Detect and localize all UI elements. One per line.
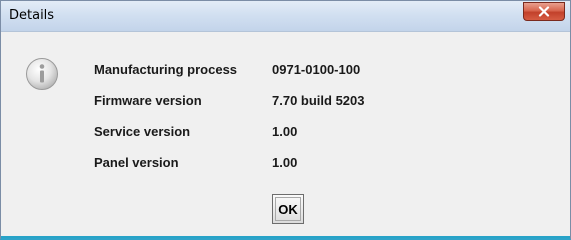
detail-value: 1.00 [272,124,298,139]
detail-value: 7.70 build 5203 [272,93,365,108]
detail-label: Firmware version [94,93,202,108]
window-bottom-border [1,236,570,238]
detail-label: Panel version [94,155,179,170]
close-button[interactable] [523,2,565,21]
ok-button[interactable]: OK [272,194,304,224]
detail-label: Service version [94,124,191,139]
detail-label: Manufacturing process [94,62,238,77]
title-bar[interactable]: Details [1,1,570,32]
detail-value: 1.00 [272,155,298,170]
dialog-title: Details [9,8,55,23]
detail-value: 0971-0100-100 [272,62,361,77]
close-icon [538,6,550,17]
info-icon [26,58,58,90]
details-dialog: Details Manufacturing process 0971-0100-… [0,0,571,240]
dialog-content: Manufacturing process 0971-0100-100 Firm… [1,32,570,238]
ok-button-label: OK [275,197,301,221]
